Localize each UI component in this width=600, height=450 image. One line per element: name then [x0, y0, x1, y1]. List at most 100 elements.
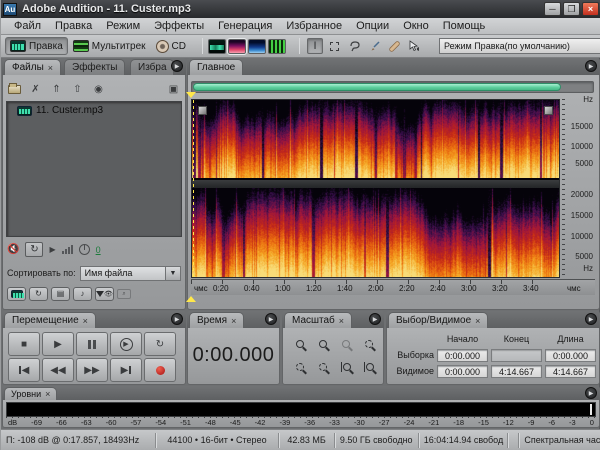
pause-button[interactable] [76, 332, 108, 356]
close-file-button[interactable]: ✗ [27, 82, 44, 97]
edit-view-button[interactable]: Правка [5, 37, 68, 55]
frequency-ruler[interactable]: Hz15000100005000 2000015000100005000Hz [562, 99, 595, 278]
zoom-out-button[interactable] [312, 333, 334, 355]
tab-favorites[interactable]: Избра [130, 59, 174, 75]
selection-length-field[interactable]: 0:00.000 [545, 349, 596, 362]
panel-menu-icon[interactable]: ▶ [585, 387, 597, 399]
tab-zoom[interactable]: Масштаб × [284, 312, 352, 328]
view-start-field[interactable]: 0:00.000 [437, 365, 488, 378]
play-looped-button[interactable]: ↻ [144, 332, 176, 356]
menu-item[interactable]: Генерация [211, 19, 279, 33]
tab-time[interactable]: Время × [189, 312, 244, 328]
corner-handle-icon[interactable] [198, 106, 207, 115]
menu-item[interactable]: Опции [349, 19, 396, 33]
play-button[interactable]: ▶ [42, 332, 74, 356]
maximize-button[interactable]: ❐ [563, 2, 580, 16]
panel-menu-icon[interactable]: ▶ [369, 313, 381, 325]
file-list[interactable]: 11. Custer.mp3 [6, 101, 182, 237]
advanced-options-button[interactable]: ▣ [165, 82, 182, 97]
preview-play-icon[interactable]: ▶ [49, 245, 55, 254]
level-meter[interactable] [6, 402, 596, 417]
zoom-to-selection-button[interactable] [358, 333, 380, 355]
tab-transport[interactable]: Перемещение × [4, 312, 96, 328]
autoplay-speaker-icon[interactable]: 🔇 [7, 244, 19, 255]
playhead-marker-bottom[interactable] [186, 296, 196, 302]
go-to-end-button[interactable]: ▶ [110, 358, 142, 382]
filter-visibility-toggle[interactable]: 👁 [95, 287, 114, 301]
selection-end-field[interactable] [491, 349, 542, 362]
tab-main[interactable]: Главное [189, 59, 243, 75]
panel-menu-icon[interactable]: ▶ [585, 60, 597, 72]
show-loop-files-toggle[interactable]: ↻ [29, 287, 48, 301]
spectrogram-left-channel[interactable] [192, 100, 559, 178]
spectral-frequency-display-button[interactable] [228, 39, 246, 54]
import-file-button[interactable] [6, 82, 23, 97]
zoom-to-right-edge-button[interactable] [312, 356, 334, 378]
tool-mode-dropdown[interactable]: Режим Правка(по умолчанию) ▼ [439, 38, 600, 54]
insert-into-cd-button[interactable]: ⇧ [69, 82, 86, 97]
tab-files[interactable]: Файлы × [4, 59, 61, 75]
selection-start-field[interactable]: 0:00.000 [437, 349, 488, 362]
fast-forward-button[interactable]: ▶▶ [76, 358, 108, 382]
tab-effects[interactable]: Эффекты [64, 59, 125, 75]
loop-preview-button[interactable]: ↻ [25, 242, 43, 257]
preview-volume-value[interactable]: 0 [96, 245, 101, 255]
tab-close-icon[interactable]: × [231, 316, 236, 326]
play-from-cursor-button[interactable]: ▶ [110, 332, 142, 356]
marquee-selection-tool-icon[interactable] [327, 38, 343, 54]
timeline-ruler[interactable]: чмс0:200:401:001:201:402:002:202:403:003… [191, 279, 595, 295]
zoom-in-button[interactable] [289, 333, 311, 355]
show-audio-files-toggle[interactable] [7, 287, 26, 301]
close-button[interactable]: × [582, 2, 599, 16]
insert-cd-tracks-button[interactable]: ◉ [90, 82, 107, 97]
horizontal-scrollbar-track[interactable] [191, 81, 594, 93]
rewind-button[interactable]: ◀◀ [42, 358, 74, 382]
panel-menu-icon[interactable]: ▶ [585, 313, 597, 325]
horizontal-scrollbar-thumb[interactable] [193, 83, 561, 91]
spectrogram-right-channel[interactable] [192, 188, 559, 277]
menu-item[interactable]: Эффекты [147, 19, 211, 33]
record-button[interactable] [144, 358, 176, 382]
spot-healing-tool-icon[interactable] [387, 38, 403, 54]
zoom-to-left-edge-button[interactable] [289, 356, 311, 378]
tab-close-icon[interactable]: × [48, 63, 53, 73]
multitrack-view-button[interactable]: Мультитрек [68, 37, 151, 55]
zoom-out-full-button[interactable] [335, 333, 357, 355]
minimize-button[interactable]: ─ [544, 2, 561, 16]
vertical-zoom-out-button[interactable] [358, 356, 380, 378]
waveform-display-button[interactable] [208, 39, 226, 54]
tab-close-icon[interactable]: × [475, 316, 480, 326]
time-selection-tool-icon[interactable]: I [307, 38, 323, 54]
brush-tool-icon[interactable] [367, 38, 383, 54]
playhead-line[interactable] [193, 100, 194, 277]
lasso-selection-tool-icon[interactable] [347, 38, 363, 54]
show-midi-files-toggle[interactable]: ♪ [73, 287, 92, 301]
menu-item[interactable]: Режим [99, 19, 147, 33]
view-end-field[interactable]: 4:14.667 [491, 365, 542, 378]
stop-button[interactable]: ■ [8, 332, 40, 356]
dropdown-arrow-icon[interactable]: ▼ [166, 266, 181, 281]
sort-dropdown[interactable]: Имя файла ▼ [80, 266, 181, 281]
panel-menu-icon[interactable]: ▶ [171, 60, 183, 72]
menu-item[interactable]: Помощь [436, 19, 493, 33]
insert-into-multitrack-button[interactable]: ⇑ [48, 82, 65, 97]
go-to-beginning-button[interactable]: ◀ [8, 358, 40, 382]
tab-close-icon[interactable]: × [45, 389, 50, 399]
menu-item[interactable]: Файл [7, 19, 48, 33]
tab-close-icon[interactable]: × [339, 316, 344, 326]
tab-close-icon[interactable]: × [83, 316, 88, 326]
playhead-marker-top[interactable] [186, 92, 196, 98]
panel-menu-icon[interactable]: ▶ [265, 313, 277, 325]
vertical-zoom-in-button[interactable] [335, 356, 357, 378]
scrub-tool-icon[interactable] [407, 38, 423, 54]
menu-item[interactable]: Избранное [279, 19, 349, 33]
tab-levels[interactable]: Уровни × [4, 387, 57, 400]
spectral-phase-display-button[interactable] [268, 39, 286, 54]
spectral-display[interactable] [191, 99, 560, 278]
preview-volume-knob-icon[interactable] [79, 244, 90, 255]
menu-item[interactable]: Окно [396, 19, 436, 33]
spectral-pan-display-button[interactable] [248, 39, 266, 54]
menu-item[interactable]: Правка [48, 19, 99, 33]
panel-menu-icon[interactable]: ▶ [171, 313, 183, 325]
tab-selection[interactable]: Выбор/Видимое × [388, 312, 488, 328]
